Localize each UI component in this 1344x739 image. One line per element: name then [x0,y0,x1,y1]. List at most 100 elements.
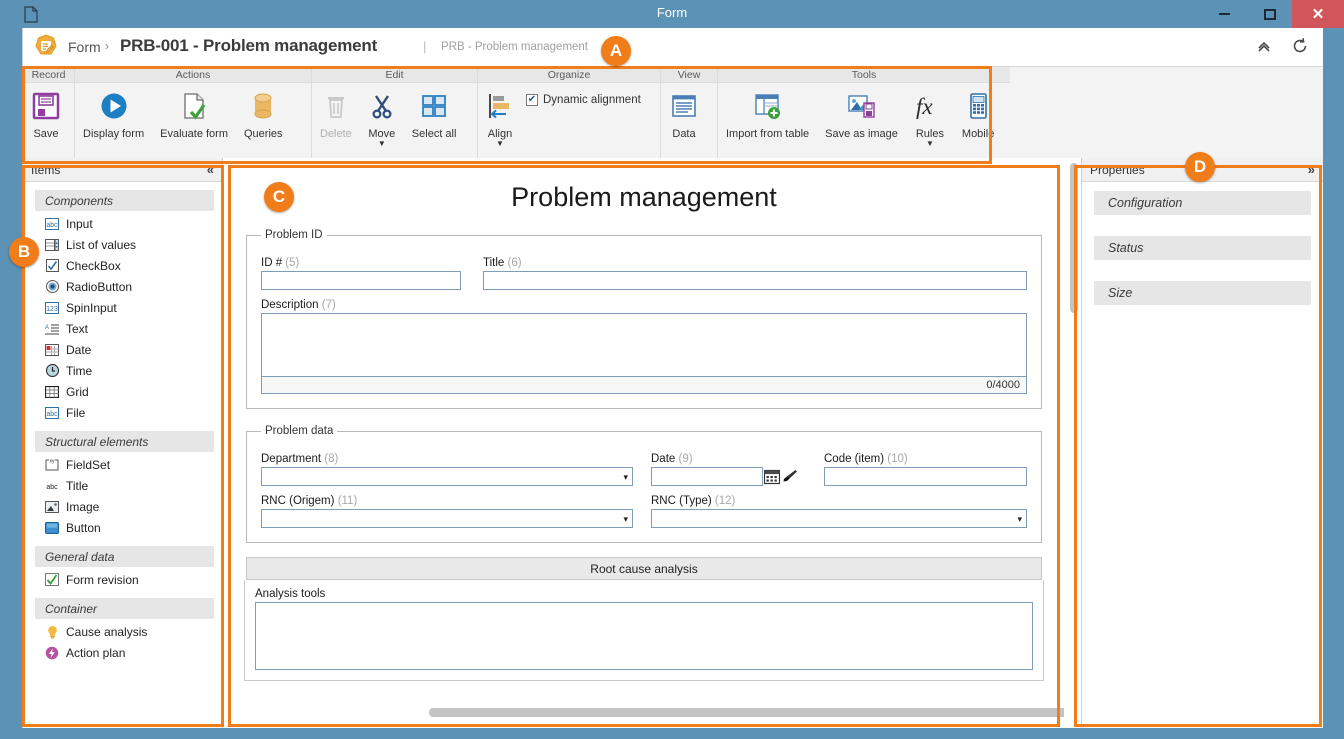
svg-text:123: 123 [46,306,58,313]
list-item[interactable]: CheckBox [23,255,222,276]
import-table-icon [753,86,783,126]
123-spin-icon: 123 [45,301,59,315]
description-char-counter: 0/4000 [261,377,1027,394]
list-item[interactable]: Button [23,517,222,538]
mobile-device-icon [963,86,993,126]
list-item[interactable]: Time [23,360,222,381]
date-input[interactable] [651,467,763,486]
properties-section-configuration[interactable]: Configuration [1094,191,1311,215]
chevrons-left-icon[interactable]: « [207,162,214,177]
ribbon-group-tools: Tools Import from table Save as image fx… [718,67,1010,159]
field-label-department: Department (8) [261,453,633,465]
application-body: Form › PRB-001 - Problem management | PR… [22,28,1323,728]
select-all-button[interactable]: Select all [404,86,465,140]
minimize-button[interactable] [1202,0,1247,28]
vertical-scrollbar-thumb[interactable] [1070,163,1078,313]
list-item[interactable]: List of values [23,234,222,255]
close-button[interactable]: ✕ [1292,0,1344,28]
fieldset-problem-id[interactable]: Problem ID ID # (5) Title (6) Descriptio… [246,229,1042,409]
list-item[interactable]: abc Input [23,213,222,234]
list-item-label: SpinInput [66,300,117,315]
calendar-icon[interactable] [764,467,780,486]
maximize-button[interactable] [1247,0,1292,28]
properties-section-status[interactable]: Status [1094,236,1311,260]
checkbox-label: Dynamic alignment [543,94,641,106]
title-input[interactable] [483,271,1027,290]
ribbon-button-label: Save [33,128,59,140]
ribbon-group-record: Record Save [23,67,75,159]
list-item-label: Form revision [66,572,139,587]
delete-button[interactable]: Delete [312,86,360,140]
code-item-input[interactable] [824,467,1027,486]
application-window: Form ✕ Form › PRB-001 - Problem manageme… [0,0,1344,739]
chevron-up-icon[interactable] [1255,37,1275,57]
ribbon-button-label: Data [672,128,696,140]
list-item[interactable]: Image [23,496,222,517]
properties-panel: Properties » Configuration Status Size [1081,158,1323,728]
field-label-description: Description (7) [261,299,1027,311]
data-lines-icon [669,86,699,126]
refresh-icon[interactable] [1291,37,1311,57]
field-label-id: ID # (5) [261,257,461,269]
abc-file-icon: abc [45,406,59,420]
evaluate-form-button[interactable]: Evaluate form [152,86,236,140]
save-as-image-button[interactable]: Save as image [817,86,906,140]
field-number: (12) [714,495,736,507]
ribbon-button-label: Delete [320,128,352,140]
list-item[interactable]: Cause analysis [23,621,222,642]
list-item[interactable]: 123 SpinInput [23,297,222,318]
chevron-down-icon[interactable]: ▼ [496,140,504,148]
ribbon-button-label: Import from table [726,128,810,140]
horizontal-scrollbar-thumb[interactable] [429,708,1064,717]
svg-text:abc: abc [46,484,58,491]
ribbon-group-organize: Organize Align ▼ ✔ Dynamic alignment [478,67,661,159]
horizontal-scrollbar[interactable] [427,706,1064,718]
brush-clear-icon[interactable] [782,467,798,486]
list-item[interactable]: abc Title [23,475,222,496]
list-item-label: List of values [66,237,137,252]
list-item[interactable]: Form revision [23,569,222,590]
properties-section-size[interactable]: Size [1094,281,1311,305]
import-from-table-button[interactable]: Import from table [718,86,817,140]
svg-text:abc: abc [46,222,58,229]
vertical-scrollbar[interactable] [1069,158,1079,728]
section-header-root-cause-analysis: Root cause analysis [246,557,1042,580]
display-form-button[interactable]: Display form [75,86,152,140]
form-canvas[interactable]: Problem management Problem ID ID # (5) T… [224,158,1064,728]
fieldset-problem-data[interactable]: Problem data Department (8) ▾ Date (9) C… [246,425,1042,543]
chevrons-right-icon[interactable]: » [1308,162,1315,177]
save-button[interactable]: Save [23,86,69,140]
list-item-label: Title [66,478,89,493]
queries-button[interactable]: Queries [236,86,291,140]
align-button[interactable]: Align ▼ [478,86,522,148]
list-item[interactable]: Grid [23,381,222,402]
list-item[interactable]: abc File [23,402,222,423]
mobile-button[interactable]: Mobile [954,86,1002,140]
data-button[interactable]: Data [661,86,707,140]
department-select[interactable]: ▾ [261,467,633,486]
list-item[interactable]: Action plan [23,642,222,663]
chevron-down-icon[interactable]: ▼ [378,140,386,148]
rnc-type-select[interactable]: ▾ [651,509,1027,528]
rules-button[interactable]: fx Rules ▼ [906,86,954,148]
id-input[interactable] [261,271,461,290]
chevron-down-icon[interactable]: ▼ [926,140,934,148]
list-item[interactable]: xy FieldSet [23,454,222,475]
list-item[interactable]: Date [23,339,222,360]
move-button[interactable]: Move ▼ [360,86,404,148]
items-section-header: Structural elements [35,431,214,452]
list-item[interactable]: A Text [23,318,222,339]
dynamic-alignment-checkbox[interactable]: ✔ Dynamic alignment [526,94,641,106]
breadcrumb-divider: | [423,39,427,54]
field-number: (8) [324,453,339,465]
form-designer-surface[interactable]: Problem management Problem ID ID # (5) T… [244,158,1044,713]
rnc-origem-select[interactable]: ▾ [261,509,633,528]
button-icon [45,521,59,535]
list-item[interactable]: RadioButton [23,276,222,297]
breadcrumb-root[interactable]: Form [68,39,101,55]
list-item-label: Action plan [66,645,126,660]
description-textarea[interactable] [261,313,1027,377]
section-body-root-cause-analysis[interactable]: Analysis tools [244,580,1044,681]
field-label-text: Department [261,453,322,465]
analysis-tools-textarea[interactable] [255,602,1033,670]
